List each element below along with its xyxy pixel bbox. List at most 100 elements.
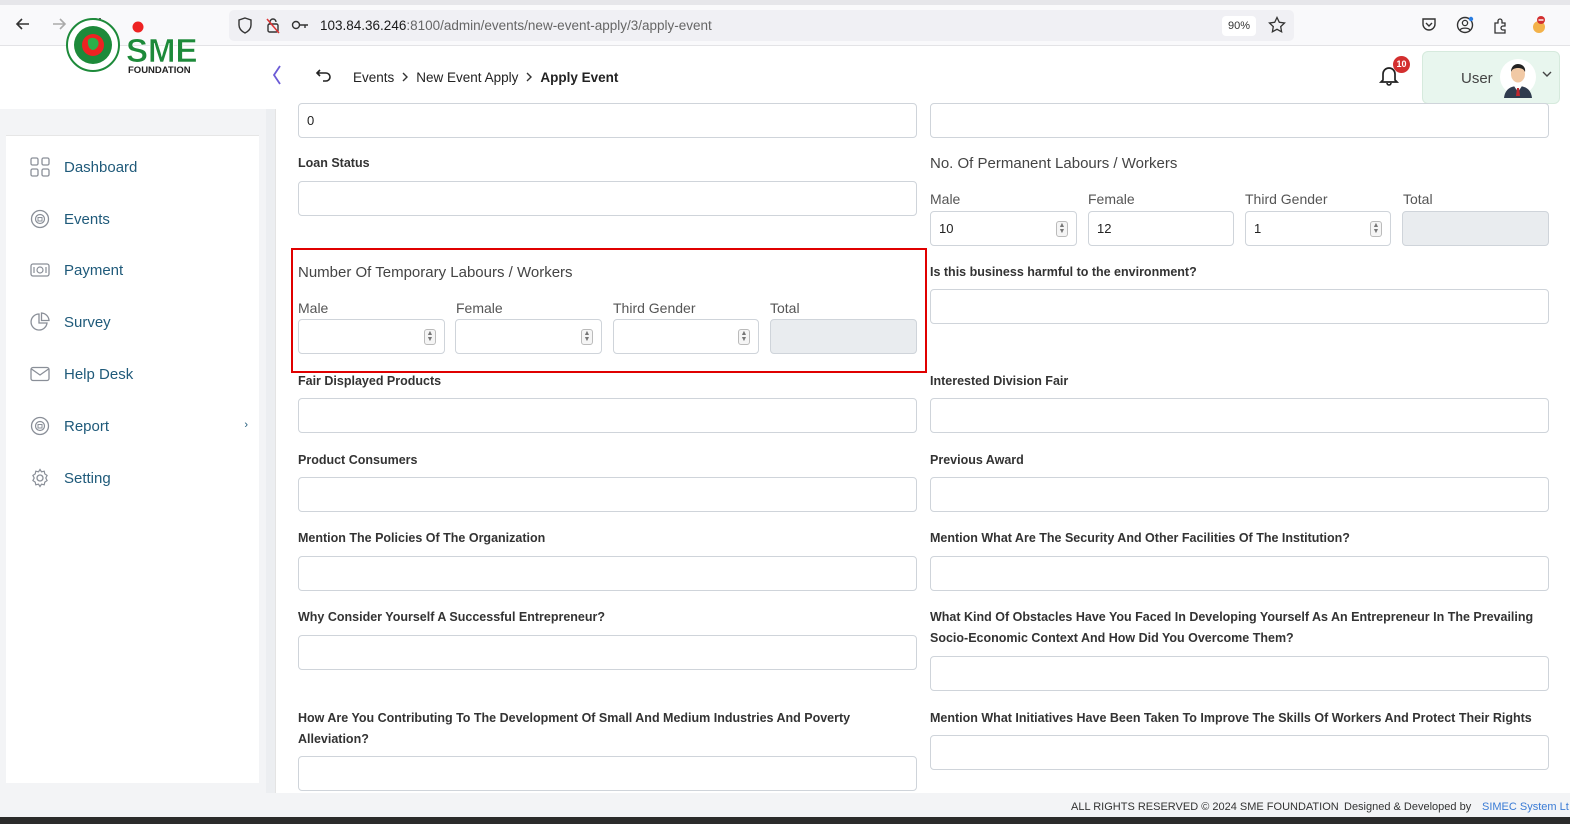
contributing-input[interactable]: [298, 756, 917, 791]
shield-icon: [237, 17, 253, 39]
top-left-value: 0: [307, 113, 315, 128]
breadcrumb: Events New Event Apply Apply Event: [353, 70, 618, 85]
product-consumers-label: Product Consumers: [298, 453, 418, 467]
product-consumers-input[interactable]: [298, 477, 917, 512]
harmful-environment-label: Is this business harmful to the environm…: [930, 265, 1197, 279]
footer-rights: ALL RIGHTS RESERVED © 2024 SME FOUNDATIO…: [1071, 801, 1339, 813]
sidebar-item-label: Payment: [64, 261, 124, 279]
permanent-male-input[interactable]: 10 ▲ ▼: [930, 211, 1077, 246]
obstacles-input[interactable]: [930, 656, 1549, 691]
pie-icon: [30, 312, 50, 332]
address-bar[interactable]: 103.84.36.246:8100/admin/events/new-even…: [229, 10, 1294, 41]
gear-icon: [30, 468, 50, 488]
extension-badge-icon[interactable]: [1528, 14, 1550, 36]
sidebar-item-events[interactable]: Events: [30, 207, 250, 231]
permanent-male-value: 10: [939, 221, 954, 236]
user-menu[interactable]: User: [1422, 51, 1560, 104]
division-fair-input[interactable]: [930, 398, 1549, 433]
sidebar: [6, 135, 259, 783]
star-icon[interactable]: [1268, 15, 1286, 39]
footer: ALL RIGHTS RESERVED © 2024 SME FOUNDATIO…: [266, 793, 1570, 817]
breadcrumb-new-event-apply[interactable]: New Event Apply: [416, 70, 518, 85]
chevron-right-icon[interactable]: ›: [244, 419, 248, 431]
initiatives-label: Mention What Initiatives Have Been Taken…: [930, 711, 1532, 725]
back-arrow-icon[interactable]: [12, 13, 34, 35]
obstacles-label: What Kind Of Obstacles Have You Faced In…: [930, 610, 1534, 645]
previous-award-label: Previous Award: [930, 453, 1024, 467]
successful-entrepreneur-label: Why Consider Yourself A Successful Entre…: [298, 610, 606, 624]
top-right-input[interactable]: [930, 103, 1549, 138]
logo-text: SME: [126, 32, 198, 69]
account-icon[interactable]: [1454, 14, 1476, 36]
avatar: [1499, 58, 1537, 98]
chevron-right-icon: [401, 70, 409, 85]
fair-products-label: Fair Displayed Products: [298, 374, 442, 388]
permanent-total-label: Total: [1403, 191, 1433, 207]
permanent-male-label: Male: [930, 191, 961, 207]
pocket-icon[interactable]: [1418, 14, 1440, 36]
extensions-icon[interactable]: [1490, 14, 1512, 36]
url-text: 103.84.36.246:8100/admin/events/new-even…: [320, 18, 712, 33]
fair-products-input[interactable]: [298, 398, 917, 433]
previous-award-input[interactable]: [930, 477, 1549, 512]
sidebar-item-label: Survey: [64, 313, 111, 331]
footer-designed: Designed & Developed by: [1344, 801, 1472, 813]
loan-status-input[interactable]: [298, 181, 917, 216]
taskbar-edge: [0, 817, 1570, 824]
sidebar-item-dashboard[interactable]: Dashboard: [30, 155, 250, 179]
permanent-third-value: 1: [1254, 221, 1262, 236]
notification-badge: 10: [1393, 56, 1410, 73]
breadcrumb-events[interactable]: Events: [353, 70, 394, 85]
permanent-female-input[interactable]: 12: [1088, 211, 1234, 246]
browser-toolbar: 103.84.36.246:8100/admin/events/new-even…: [0, 0, 1570, 46]
security-facilities-input[interactable]: [930, 556, 1549, 591]
sidebar-item-label: Dashboard: [64, 158, 138, 176]
contributing-label: How Are You Contributing To The Developm…: [298, 711, 851, 746]
initiatives-input[interactable]: [930, 735, 1549, 770]
number-stepper-icon[interactable]: ▲ ▼: [1370, 221, 1382, 237]
sidebar-item-setting[interactable]: Setting: [30, 466, 250, 490]
successful-entrepreneur-input[interactable]: [298, 635, 917, 670]
policies-input[interactable]: [298, 556, 917, 591]
breadcrumb-apply-event: Apply Event: [540, 70, 619, 85]
content-scroll-gutter: [266, 109, 276, 793]
sidebar-item-survey[interactable]: Survey: [30, 310, 250, 334]
permanent-total-input: [1402, 211, 1549, 246]
sidebar-item-payment[interactable]: Payment: [30, 258, 250, 282]
permanent-third-gender-label: Third Gender: [1245, 191, 1328, 207]
number-stepper-icon[interactable]: ▲ ▼: [1056, 221, 1068, 237]
url-host: 103.84.36.246: [320, 18, 407, 33]
permanent-labours-title: No. Of Permanent Labours / Workers: [930, 155, 1178, 172]
permanent-female-label: Female: [1088, 191, 1135, 207]
badge-icon: [30, 209, 50, 229]
security-facilities-label: Mention What Are The Security And Other …: [930, 531, 1350, 545]
mail-icon: [30, 364, 50, 384]
sidebar-item-label: Help Desk: [64, 365, 134, 383]
top-left-input[interactable]: 0: [298, 103, 917, 138]
logo-subtext: FOUNDATION: [128, 65, 191, 74]
sidebar-item-label: Report: [64, 417, 110, 435]
chevron-down-icon: [1542, 70, 1552, 81]
sidebar-item-label: Events: [64, 210, 110, 228]
sidebar-item-help-desk[interactable]: Help Desk: [30, 362, 250, 386]
back-icon[interactable]: [315, 66, 337, 88]
zoom-level[interactable]: 90%: [1222, 16, 1256, 36]
key-icon[interactable]: [291, 18, 309, 37]
tab-strip-edge: [0, 0, 1570, 5]
permanent-third-gender-input[interactable]: 1 ▲ ▼: [1245, 211, 1391, 246]
badge-icon: [30, 416, 50, 436]
loan-status-label: Loan Status: [298, 156, 370, 170]
chevron-right-icon: [525, 70, 533, 85]
insecure-lock-icon[interactable]: [265, 17, 281, 39]
harmful-environment-input[interactable]: [930, 289, 1549, 324]
money-icon: [30, 260, 50, 280]
sidebar-collapse-button[interactable]: [270, 64, 288, 90]
footer-company-link[interactable]: SIMEC System Lt: [1482, 801, 1569, 813]
sidebar-item-report[interactable]: Report ›: [30, 414, 250, 438]
permanent-female-value: 12: [1097, 221, 1112, 236]
sme-foundation-logo[interactable]: SME FOUNDATION: [66, 18, 202, 76]
sidebar-item-label: Setting: [64, 469, 111, 487]
user-label: User: [1461, 70, 1493, 87]
url-path: :8100/admin/events/new-event-apply/3/app…: [406, 18, 712, 33]
division-fair-label: Interested Division Fair: [930, 374, 1069, 388]
